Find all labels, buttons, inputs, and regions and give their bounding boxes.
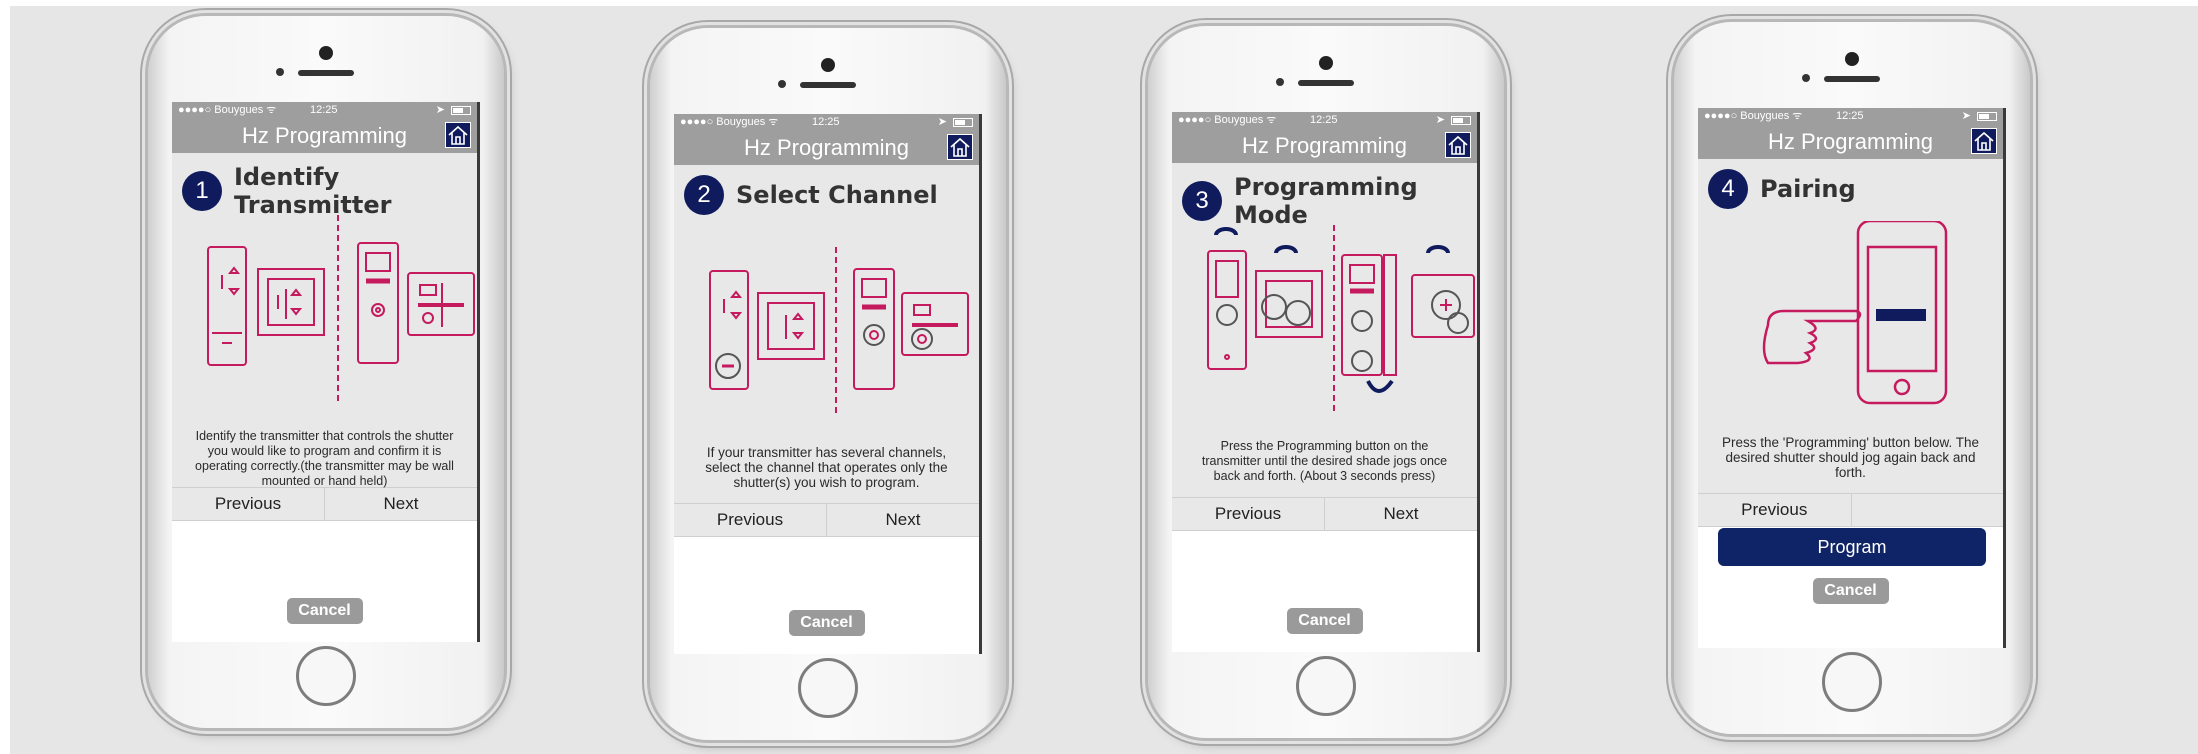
home-icon[interactable]	[445, 122, 471, 148]
home-button[interactable]	[1822, 652, 1882, 712]
cancel-button[interactable]: Cancel	[788, 610, 865, 636]
battery-icon	[953, 118, 973, 127]
step-navigation: Previous Next	[674, 503, 979, 537]
front-camera	[821, 58, 835, 72]
carrier-label: ●●●●○ Bouygues ᯤ	[1704, 110, 1803, 122]
sensor-dot	[778, 80, 786, 88]
battery-icon	[1451, 116, 1471, 125]
background-stage: ●●●●○ Bouygues ᯤ 12:25 ➤ Hz Programming …	[10, 6, 2198, 754]
transmitter-illustration	[172, 215, 477, 425]
phone-step-2: ●●●●○ Bouygues ᯤ 12:25 ➤ Hz Programming …	[650, 28, 1006, 740]
cancel-button[interactable]: Cancel	[286, 598, 363, 624]
home-button[interactable]	[798, 658, 858, 718]
nav-title: Hz Programming	[743, 135, 910, 160]
step-description: Press the 'Programming' button below. Th…	[1698, 429, 2003, 493]
front-camera	[1845, 52, 1859, 66]
cancel-button[interactable]: Cancel	[1286, 608, 1363, 634]
step-number-badge: 3	[1182, 181, 1222, 221]
status-time: 12:25	[1310, 114, 1338, 126]
step-description: Press the Programming button on the tran…	[1172, 433, 1477, 497]
home-button[interactable]	[296, 646, 356, 706]
status-bar: ●●●●○ Bouygues ᯤ 12:25 ➤	[674, 114, 979, 131]
step-title: Identify Transmitter	[234, 163, 392, 219]
sensor-dot	[1276, 78, 1284, 86]
step-description: Identify the transmitter that controls t…	[172, 423, 477, 488]
nav-title: Hz Programming	[241, 123, 408, 148]
status-time: 12:25	[310, 104, 338, 116]
status-bar: ●●●●○ Bouygues ᯤ 12:25 ➤	[1698, 108, 2003, 125]
step-navigation: Previous Next	[1172, 497, 1477, 531]
previous-button[interactable]: Previous	[674, 504, 826, 536]
next-button[interactable]: Next	[1324, 498, 1477, 530]
front-camera	[1319, 56, 1333, 70]
front-camera	[319, 46, 333, 60]
carrier-label: ●●●●○ Bouygues ᯤ	[680, 116, 779, 128]
phone-screen: ●●●●○ Bouygues ᯤ 12:25 ➤ Hz Programming …	[1698, 108, 2006, 648]
cancel-button[interactable]: Cancel	[1812, 578, 1889, 604]
step-content: 3 Programming Mode	[1172, 163, 1477, 433]
phone-step-3: ●●●●○ Bouygues ᯤ 12:25 ➤ Hz Programming …	[1148, 26, 1504, 738]
programming-mode-illustration	[1172, 225, 1477, 435]
step-content: 1 Identify Transmitter	[172, 153, 477, 423]
nav-bar: Hz Programming	[1172, 129, 1477, 163]
step-navigation: Previous	[1698, 493, 2003, 527]
phone-step-4: ●●●●○ Bouygues ᯤ 12:25 ➤ Hz Programming …	[1674, 22, 2030, 734]
next-button[interactable]: Next	[324, 488, 477, 520]
step-navigation: Previous Next	[172, 487, 477, 521]
home-button[interactable]	[1296, 656, 1356, 716]
step-content: 2 Select Channel	[674, 165, 979, 435]
sensor-dot	[1802, 74, 1810, 82]
earpiece-speaker	[1824, 76, 1880, 82]
step-number-badge: 1	[182, 171, 222, 211]
step-title: Select Channel	[736, 181, 938, 209]
status-bar: ●●●●○ Bouygues ᯤ 12:25 ➤	[172, 102, 477, 119]
nav-bar: Hz Programming	[1698, 125, 2003, 159]
step-number-badge: 4	[1708, 169, 1748, 209]
location-icon: ➤	[1961, 110, 1971, 122]
home-icon[interactable]	[1971, 128, 1997, 154]
step-title: Pairing	[1760, 175, 1856, 203]
sensor-dot	[276, 68, 284, 76]
program-button[interactable]: Program	[1718, 528, 1986, 566]
location-icon: ➤	[937, 116, 947, 128]
phone-screen: ●●●●○ Bouygues ᯤ 12:25 ➤ Hz Programming …	[1172, 112, 1480, 652]
home-icon[interactable]	[947, 134, 973, 160]
step-description: If your transmitter has several channels…	[674, 435, 979, 503]
home-icon[interactable]	[1445, 132, 1471, 158]
step-content: 4 Pairing	[1698, 159, 2003, 429]
nav-bar: Hz Programming	[172, 119, 477, 153]
next-button[interactable]: Next	[826, 504, 979, 536]
step-title: Programming Mode	[1234, 173, 1418, 229]
channel-illustration	[674, 227, 979, 437]
earpiece-speaker	[1298, 80, 1354, 86]
earpiece-speaker	[298, 70, 354, 76]
phone-screen: ●●●●○ Bouygues ᯤ 12:25 ➤ Hz Programming …	[674, 114, 982, 654]
battery-icon	[1977, 112, 1997, 121]
location-icon: ➤	[435, 104, 445, 116]
status-bar: ●●●●○ Bouygues ᯤ 12:25 ➤	[1172, 112, 1477, 129]
carrier-label: ●●●●○ Bouygues ᯤ	[178, 104, 277, 116]
previous-button[interactable]: Previous	[1698, 494, 1852, 526]
step-number-badge: 2	[684, 175, 724, 215]
phone-step-1: ●●●●○ Bouygues ᯤ 12:25 ➤ Hz Programming …	[148, 16, 504, 728]
phone-screen: ●●●●○ Bouygues ᯤ 12:25 ➤ Hz Programming …	[172, 102, 480, 642]
nav-bar: Hz Programming	[674, 131, 979, 165]
battery-icon	[451, 106, 471, 115]
previous-button[interactable]: Previous	[172, 488, 324, 520]
nav-title: Hz Programming	[1241, 133, 1408, 158]
pairing-illustration	[1698, 221, 2003, 431]
carrier-label: ●●●●○ Bouygues ᯤ	[1178, 114, 1277, 126]
status-time: 12:25	[1836, 110, 1864, 122]
status-time: 12:25	[812, 116, 840, 128]
earpiece-speaker	[800, 82, 856, 88]
previous-button[interactable]: Previous	[1172, 498, 1324, 530]
nav-title: Hz Programming	[1767, 129, 1934, 154]
location-icon: ➤	[1435, 114, 1445, 126]
